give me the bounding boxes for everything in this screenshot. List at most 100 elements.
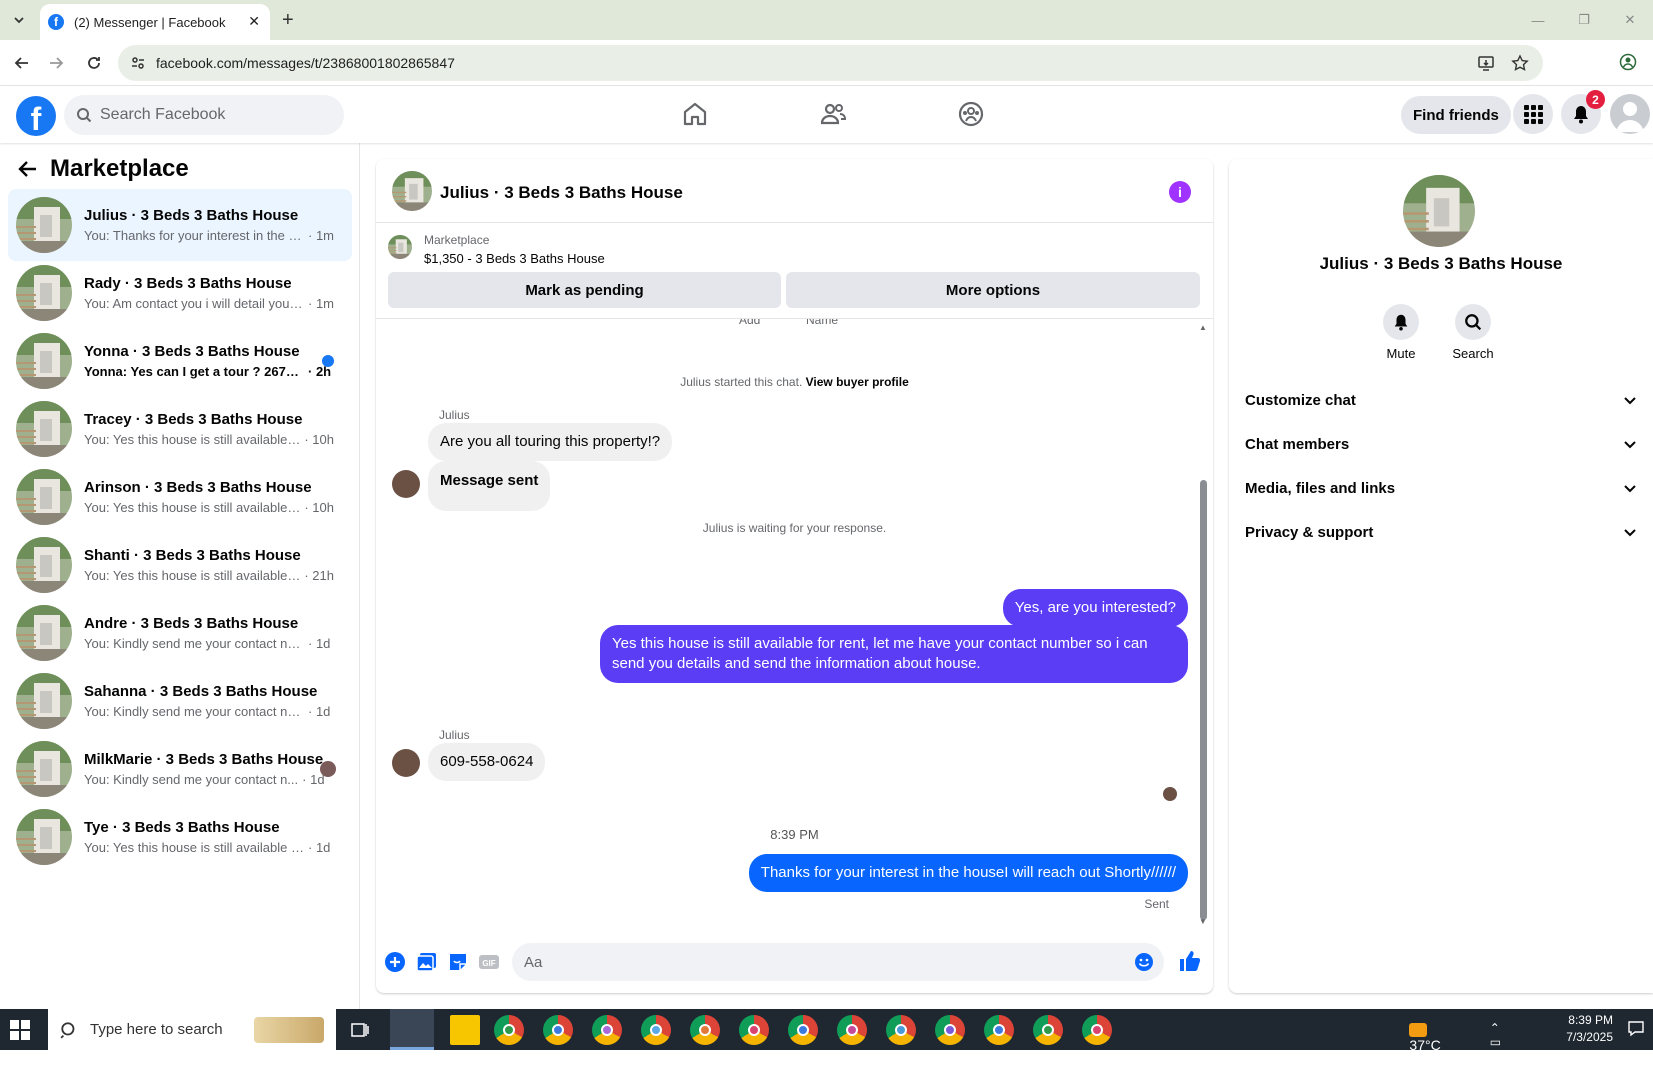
profile-dot-icon bbox=[1042, 1024, 1054, 1036]
scroll-up-arrow-icon[interactable]: ▲ bbox=[1199, 323, 1207, 332]
tray-icons[interactable]: ⌃ ▭ ◁) ▭ bbox=[1490, 1021, 1503, 1077]
browser-profile-icon[interactable] bbox=[1619, 53, 1637, 71]
forward-arrow-icon bbox=[50, 57, 64, 69]
listing-title[interactable]: $1,350 - 3 Beds 3 Baths House bbox=[424, 251, 605, 266]
plus-circle-icon[interactable] bbox=[384, 951, 406, 973]
weather-widget[interactable]: 37°C Smoke bbox=[1409, 1021, 1453, 1069]
conversation-item[interactable]: Julius · 3 Beds 3 Baths House You: Thanks… bbox=[8, 189, 352, 261]
outgoing-message[interactable]: Yes, are you interested? bbox=[1002, 589, 1188, 627]
forward-button[interactable] bbox=[46, 53, 66, 73]
facebook-search-input[interactable]: Search Facebook bbox=[64, 95, 344, 135]
like-thumb-icon[interactable] bbox=[1178, 949, 1202, 973]
photo-icon[interactable] bbox=[416, 951, 438, 973]
conversation-item[interactable]: MilkMarie · 3 Beds 3 Baths House You: Kin… bbox=[8, 733, 352, 805]
conversation-item[interactable]: Tracey · 3 Beds 3 Baths House You: Yes th… bbox=[8, 393, 352, 465]
chat-title[interactable]: Julius · 3 Beds 3 Baths House bbox=[440, 183, 683, 203]
conversation-item[interactable]: Tye · 3 Beds 3 Baths House You: Yes this … bbox=[8, 801, 352, 873]
conversation-item[interactable]: Sahanna · 3 Beds 3 Baths House You: Kindl… bbox=[8, 665, 352, 737]
conversation-name: Yonna · 3 Beds 3 Baths House bbox=[84, 343, 300, 360]
reload-button[interactable] bbox=[84, 53, 104, 73]
chrome-app-icon[interactable] bbox=[837, 1015, 867, 1045]
chrome-app-icon[interactable] bbox=[788, 1015, 818, 1045]
chrome-app-icon[interactable] bbox=[1033, 1015, 1063, 1045]
address-bar[interactable]: facebook.com/messages/t/2386800180286584… bbox=[118, 45, 1543, 81]
taskbar-search[interactable]: Type here to search bbox=[48, 1009, 336, 1050]
conversation-text: Julius · 3 Beds 3 Baths House You: Thanks… bbox=[84, 207, 334, 243]
pinned-app-active[interactable] bbox=[390, 1009, 434, 1050]
site-info-icon[interactable] bbox=[130, 55, 146, 71]
more-options-button[interactable]: More options bbox=[786, 272, 1200, 308]
incoming-message[interactable]: Message sent bbox=[428, 461, 551, 511]
scrollbar-thumb[interactable] bbox=[1200, 480, 1207, 920]
incoming-message[interactable]: 609-558-0624 bbox=[428, 743, 546, 781]
chrome-app-icon[interactable] bbox=[543, 1015, 573, 1045]
listing-small-thumbnail[interactable] bbox=[388, 235, 412, 259]
conversation-thumbnail bbox=[16, 333, 72, 389]
chrome-app-icon[interactable] bbox=[935, 1015, 965, 1045]
sticky-notes-app-icon[interactable] bbox=[450, 1015, 480, 1045]
sticker-icon[interactable] bbox=[447, 951, 469, 973]
chrome-app-icon[interactable] bbox=[690, 1015, 720, 1045]
scroll-down-arrow-icon[interactable]: ▼ bbox=[1199, 917, 1207, 926]
message-scrollbar[interactable]: ▲ ▼ bbox=[1199, 323, 1207, 926]
new-tab-button[interactable]: + bbox=[282, 9, 294, 32]
mute-button[interactable]: Mute bbox=[1361, 304, 1441, 361]
chrome-app-icon[interactable] bbox=[886, 1015, 916, 1045]
outgoing-message[interactable]: Thanks for your interest in the houseI w… bbox=[748, 854, 1188, 892]
sender-avatar[interactable] bbox=[392, 470, 420, 498]
conversation-item[interactable]: Arinson · 3 Beds 3 Baths House You: Yes t… bbox=[8, 461, 352, 533]
message-input[interactable]: Aa bbox=[512, 943, 1164, 981]
view-buyer-profile-link[interactable]: View buyer profile bbox=[806, 375, 909, 389]
info-icon[interactable]: i bbox=[1169, 181, 1191, 203]
taskbar-clock[interactable]: 8:39 PM 7/3/2025 bbox=[1566, 1012, 1613, 1046]
back-arrow-icon[interactable] bbox=[18, 159, 38, 179]
facebook-logo-icon[interactable]: f bbox=[16, 96, 56, 136]
conversation-item[interactable]: Andre · 3 Beds 3 Baths House You: Kindly … bbox=[8, 597, 352, 669]
mark-as-pending-button[interactable]: Mark as pending bbox=[388, 272, 781, 308]
sender-avatar[interactable] bbox=[392, 749, 420, 777]
notification-center-icon[interactable] bbox=[1627, 1019, 1645, 1037]
chrome-app-icon[interactable] bbox=[984, 1015, 1014, 1045]
chat-members-section[interactable]: Chat members bbox=[1245, 422, 1637, 466]
incoming-message[interactable]: Are you all touring this property!? bbox=[428, 423, 673, 461]
bookmark-star-icon[interactable] bbox=[1511, 54, 1529, 72]
menu-grid-button[interactable] bbox=[1513, 94, 1553, 134]
windows-start-icon[interactable] bbox=[10, 1020, 30, 1040]
facebook-header: f Search Facebook Find friends 2 bbox=[0, 86, 1653, 143]
account-avatar[interactable] bbox=[1610, 94, 1650, 134]
chrome-app-icon[interactable] bbox=[739, 1015, 769, 1045]
restore-button[interactable]: ❐ bbox=[1561, 0, 1607, 40]
task-view-icon[interactable] bbox=[350, 1020, 370, 1040]
chrome-app-icon[interactable] bbox=[592, 1015, 622, 1045]
search-in-chat-button[interactable]: Search bbox=[1433, 304, 1513, 361]
nav-friends[interactable] bbox=[778, 100, 888, 128]
nav-home[interactable] bbox=[640, 100, 750, 128]
customize-chat-section[interactable]: Customize chat bbox=[1245, 378, 1637, 422]
listing-large-thumbnail[interactable] bbox=[1403, 175, 1475, 247]
back-button[interactable] bbox=[12, 53, 32, 73]
conversation-preview: You: Kindly send me your contact nu... bbox=[84, 704, 304, 719]
gif-icon[interactable]: GIF bbox=[478, 951, 500, 973]
minimize-button[interactable]: — bbox=[1515, 0, 1561, 40]
chrome-app-icon[interactable] bbox=[1082, 1015, 1112, 1045]
listing-thumbnail[interactable] bbox=[392, 171, 432, 211]
nav-groups[interactable] bbox=[916, 100, 1026, 128]
conversation-item[interactable]: Yonna · 3 Beds 3 Baths House Yonna: Yes c… bbox=[8, 325, 352, 397]
media-files-links-section[interactable]: Media, files and links bbox=[1245, 466, 1637, 510]
emoji-icon[interactable] bbox=[1134, 952, 1154, 972]
outgoing-message[interactable]: Yes this house is still available for re… bbox=[600, 625, 1188, 683]
find-friends-button[interactable]: Find friends bbox=[1401, 96, 1511, 134]
chrome-app-icon[interactable] bbox=[494, 1015, 524, 1045]
chrome-app-icon[interactable] bbox=[641, 1015, 671, 1045]
conversation-preview: You: Am contact you i will detail you. .… bbox=[84, 296, 304, 311]
privacy-support-section[interactable]: Privacy & support bbox=[1245, 510, 1637, 554]
sidebar-header: Marketplace bbox=[18, 155, 189, 183]
tab-list-button[interactable] bbox=[6, 8, 32, 32]
close-window-button[interactable]: ✕ bbox=[1607, 0, 1653, 40]
conversation-item[interactable]: Rady · 3 Beds 3 Baths House You: Am conta… bbox=[8, 257, 352, 329]
conversation-item[interactable]: Shanti · 3 Beds 3 Baths House You: Yes th… bbox=[8, 529, 352, 601]
install-app-icon[interactable] bbox=[1477, 54, 1495, 72]
browser-tab[interactable]: f (2) Messenger | Facebook ✕ bbox=[40, 4, 270, 40]
close-tab-icon[interactable]: ✕ bbox=[248, 13, 260, 30]
section-label: Customize chat bbox=[1245, 391, 1356, 409]
